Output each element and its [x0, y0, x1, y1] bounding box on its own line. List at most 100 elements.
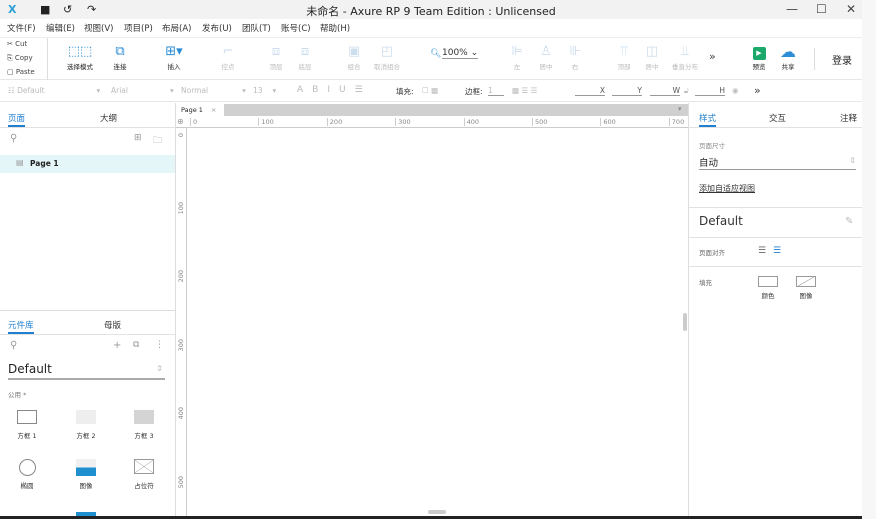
- fill-image-label: 图像: [799, 292, 813, 300]
- select-mode-button[interactable]: ⬚⬚ 选择模式: [56, 43, 104, 71]
- visibility-icon[interactable]: ◉: [732, 86, 739, 95]
- menu-edit[interactable]: 编辑(E): [46, 22, 75, 34]
- fill-color-button[interactable]: ☐ ▩: [422, 86, 438, 95]
- x-input[interactable]: X: [575, 86, 605, 96]
- login-button[interactable]: 登录: [832, 52, 852, 67]
- ruler-origin-icon[interactable]: ⊕: [177, 117, 184, 126]
- window-edge: [862, 0, 876, 519]
- maximize-button[interactable]: ☐: [816, 2, 827, 16]
- v-ruler-tick: 400: [177, 407, 185, 420]
- align-center-page-icon[interactable]: ☰: [773, 246, 781, 256]
- w-input[interactable]: W: [650, 86, 680, 96]
- h-ruler-tick: 500: [532, 118, 547, 126]
- tab-pages[interactable]: 页面: [8, 112, 26, 127]
- page-size-label: 页面尺寸: [699, 142, 725, 150]
- menu-layout[interactable]: 布局(A): [162, 22, 191, 34]
- font-size-select[interactable]: 13 ▾: [253, 86, 276, 95]
- close-button[interactable]: ✕: [846, 2, 856, 16]
- tab-interactions[interactable]: 交互: [769, 112, 786, 124]
- copy-label: Copy: [14, 54, 33, 62]
- more-tools-icon[interactable]: »: [709, 50, 716, 63]
- minimize-button[interactable]: —: [786, 2, 798, 16]
- distribute-button[interactable]: ⫫ 垂直分布: [663, 43, 707, 71]
- tab-masters[interactable]: 母版: [104, 319, 121, 331]
- library-select[interactable]: Default ⇕: [8, 362, 165, 380]
- h-label: H: [719, 86, 725, 95]
- align-center-label: 居中: [539, 63, 553, 71]
- weight-value: Normal: [181, 86, 209, 95]
- add-adaptive-view-link[interactable]: 添加自适应视图: [699, 183, 755, 194]
- text-format-buttons[interactable]: ABIU☰: [297, 85, 372, 95]
- menu-view[interactable]: 视图(V): [84, 22, 113, 34]
- fill-label-panel: 填充: [699, 279, 712, 287]
- copy-button[interactable]: ⎘ Copy: [7, 54, 33, 63]
- zoom-select[interactable]: 100% ⌄: [442, 48, 479, 59]
- align-right-button[interactable]: ⊪ 右: [553, 43, 597, 71]
- library-manage-icon[interactable]: ⧉: [133, 340, 139, 350]
- page-item[interactable]: ▤ Page 1: [0, 155, 175, 173]
- border-width-input[interactable]: 1: [488, 86, 504, 96]
- widget-label: 图像: [79, 482, 93, 490]
- insert-label: 插入: [167, 63, 181, 71]
- library-category[interactable]: 公用 *: [8, 389, 26, 399]
- fill-color-option[interactable]: 颜色: [748, 276, 788, 300]
- weight-select[interactable]: Normal ▾: [181, 86, 246, 95]
- distribute-icon: ⫫: [681, 44, 689, 59]
- lock-ratio-icon[interactable]: 🔓︎: [684, 86, 689, 96]
- widget-image[interactable]: 图像: [66, 459, 106, 490]
- tab-dropdown-icon[interactable]: ▾: [678, 105, 682, 113]
- connect-button[interactable]: ⧉ 连接: [98, 43, 142, 71]
- widget-ellipse[interactable]: 椭圆: [7, 459, 47, 490]
- cut-button[interactable]: ✂ Cut: [7, 40, 27, 48]
- menu-project[interactable]: 项目(P): [124, 22, 153, 34]
- edit-style-icon[interactable]: ✎: [845, 216, 853, 227]
- menu-team[interactable]: 团队(T): [242, 22, 271, 34]
- menu-file[interactable]: 文件(F): [7, 22, 36, 34]
- menu-publish[interactable]: 发布(U): [202, 22, 232, 34]
- v-ruler-tick: 500: [177, 476, 185, 489]
- paste-button[interactable]: ▢ Paste: [7, 68, 35, 76]
- bottom-label: 底层: [298, 63, 312, 71]
- tab-library[interactable]: 元件库: [8, 319, 34, 334]
- menu-help[interactable]: 帮助(H): [320, 22, 350, 34]
- add-library-icon[interactable]: +: [113, 340, 121, 351]
- align-right-label: 右: [571, 63, 579, 71]
- fill-image-option[interactable]: 图像: [786, 276, 826, 300]
- add-folder-icon[interactable]: 🗀︎: [153, 133, 162, 149]
- library-menu-icon[interactable]: ⋮: [155, 340, 164, 350]
- bottom-layer-button[interactable]: ⧈ 底层: [283, 43, 327, 71]
- share-button[interactable]: ☁ 共享: [766, 43, 810, 72]
- w-label: W: [672, 86, 680, 95]
- y-input[interactable]: Y: [612, 86, 642, 96]
- tab-outline[interactable]: 大纲: [100, 112, 117, 124]
- more-format-icon[interactable]: »: [754, 84, 761, 97]
- fill-label: 填充:: [396, 87, 414, 96]
- send-back-icon: ⧈: [300, 44, 310, 59]
- border-style-buttons[interactable]: ▩ ☰ ☰: [512, 86, 537, 95]
- vertical-scrollbar[interactable]: [683, 313, 687, 331]
- insert-button[interactable]: ⊞▾ 插入: [152, 43, 196, 71]
- horizontal-scrollbar[interactable]: [428, 510, 446, 514]
- widget-placeholder[interactable]: 占位符: [124, 459, 164, 490]
- widget-box3[interactable]: 方框 3: [124, 410, 164, 440]
- font-select[interactable]: Arial ▾: [111, 86, 174, 95]
- menu-account[interactable]: 账号(C): [281, 22, 311, 34]
- widget-label: 方框 2: [76, 432, 96, 440]
- page-search-icon[interactable]: ⚲: [10, 133, 17, 144]
- style-select[interactable]: ☷ Default ▾: [8, 86, 100, 95]
- align-left-page-icon[interactable]: ☰: [758, 246, 766, 256]
- group-label: 组合: [347, 63, 361, 71]
- add-page-icon[interactable]: ⊞: [134, 133, 142, 143]
- point-button[interactable]: ⌐ 控点: [206, 43, 250, 71]
- library-search-icon[interactable]: ⚲: [10, 340, 17, 351]
- tab-notes[interactable]: 注释: [840, 112, 857, 124]
- h-ruler-tick: 300: [395, 118, 411, 126]
- distribute-label: 垂直分布: [672, 63, 698, 71]
- h-input[interactable]: H: [695, 86, 725, 96]
- tab-style[interactable]: 样式: [699, 112, 717, 127]
- widget-box2[interactable]: 方框 2: [66, 410, 106, 440]
- canvas-tab-page1[interactable]: Page 1 ×: [176, 104, 224, 116]
- widget-box1[interactable]: 方框 1: [7, 410, 47, 440]
- page-size-select[interactable]: 自动 ⇕: [699, 155, 856, 170]
- ungroup-button[interactable]: ◰ 取消组合: [365, 43, 409, 71]
